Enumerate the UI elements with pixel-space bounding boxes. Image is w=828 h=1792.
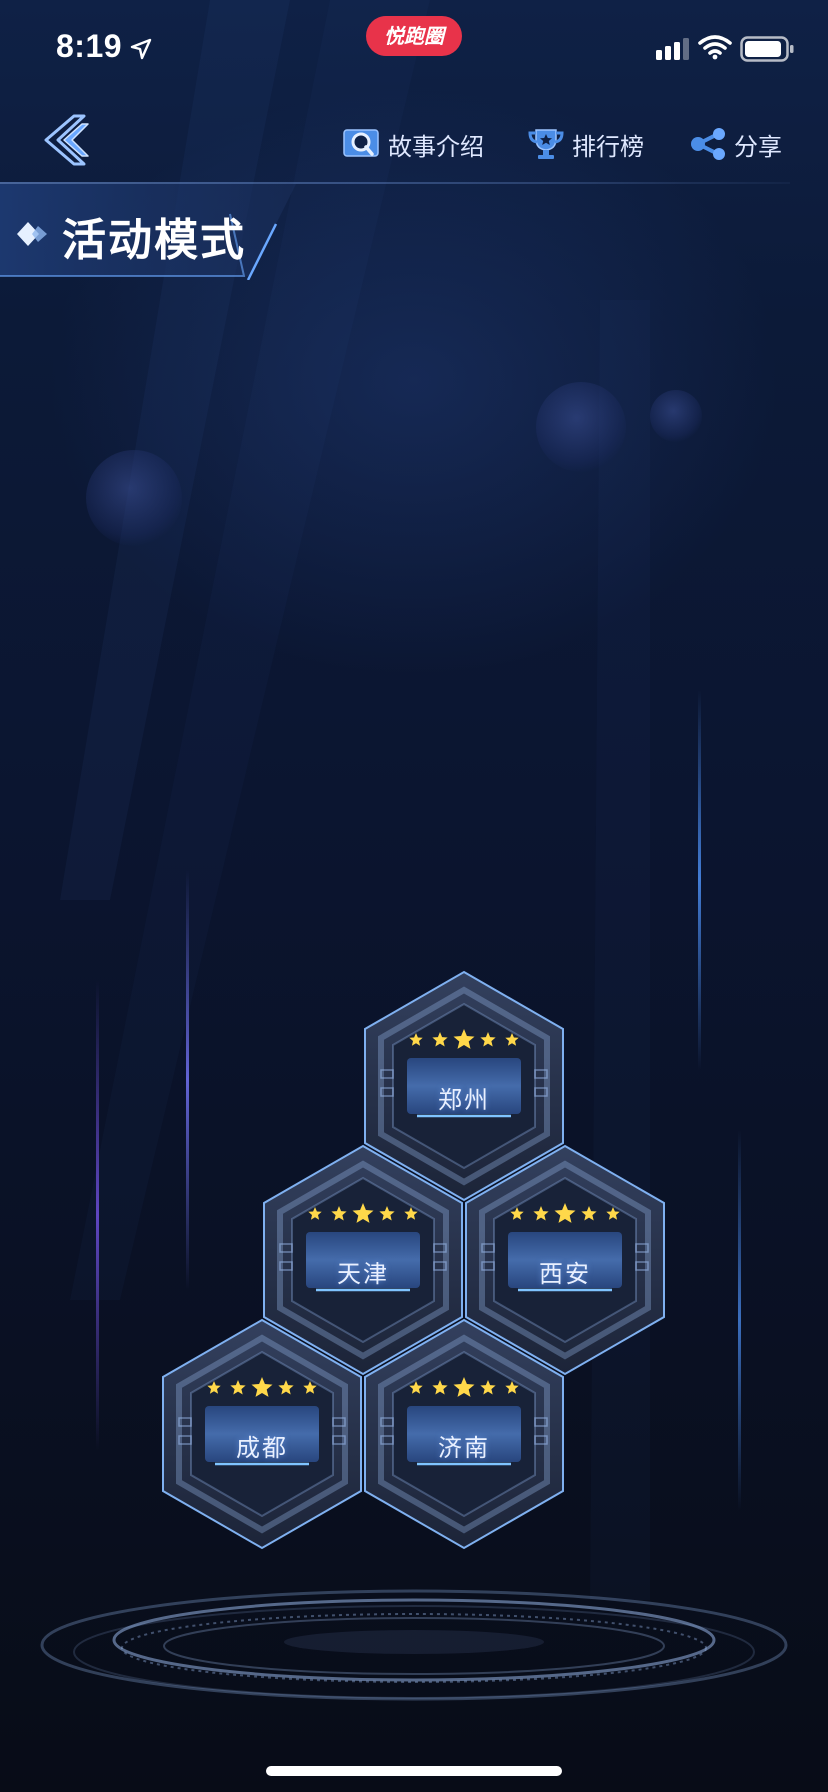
light-streak — [186, 870, 189, 1290]
page-title: 活动模式 — [62, 215, 246, 266]
diamond-icon — [17, 222, 47, 246]
level-hex-chengdu[interactable]: 成都 — [161, 1318, 363, 1550]
screen: 8:19 悦跑圈 故事介绍 排行榜 分享 活动模式 郑州 天津 西安 成都 济南 — [0, 0, 828, 1792]
base-platform — [40, 1589, 788, 1701]
hex-city-label: 郑州 — [438, 1086, 490, 1114]
hex-city-label: 济南 — [438, 1434, 490, 1462]
book-search-icon — [343, 129, 379, 157]
trophy-icon — [528, 129, 564, 159]
nav-share[interactable]: 分享 — [688, 124, 782, 164]
nav-story-intro[interactable]: 故事介绍 — [342, 124, 484, 164]
double-chevron-left-icon — [44, 114, 89, 166]
light-streak — [96, 980, 99, 1450]
status-time: 8:19 — [56, 28, 123, 64]
location-arrow-icon — [130, 38, 152, 60]
background-orb — [86, 450, 182, 546]
nav-leaderboard-label: 排行榜 — [572, 132, 644, 161]
light-streak — [738, 1130, 741, 1510]
background-orb — [650, 390, 702, 442]
nav-share-label: 分享 — [734, 132, 782, 161]
home-indicator[interactable] — [266, 1766, 562, 1776]
level-hex-jinan[interactable]: 济南 — [363, 1318, 565, 1550]
back-button[interactable] — [38, 110, 98, 170]
brand-badge: 悦跑圈 — [366, 16, 462, 56]
light-streak — [698, 690, 701, 1070]
signal-icon — [656, 38, 689, 60]
hex-city-label: 西安 — [539, 1260, 591, 1288]
nav-leaderboard[interactable]: 排行榜 — [526, 124, 644, 164]
hex-city-label: 成都 — [236, 1434, 288, 1462]
hex-city-label: 天津 — [337, 1260, 389, 1288]
nav-story-intro-label: 故事介绍 — [388, 132, 484, 161]
share-icon — [691, 128, 725, 160]
wifi-icon — [698, 35, 732, 60]
battery-icon — [740, 36, 794, 62]
background-orb — [536, 382, 626, 472]
